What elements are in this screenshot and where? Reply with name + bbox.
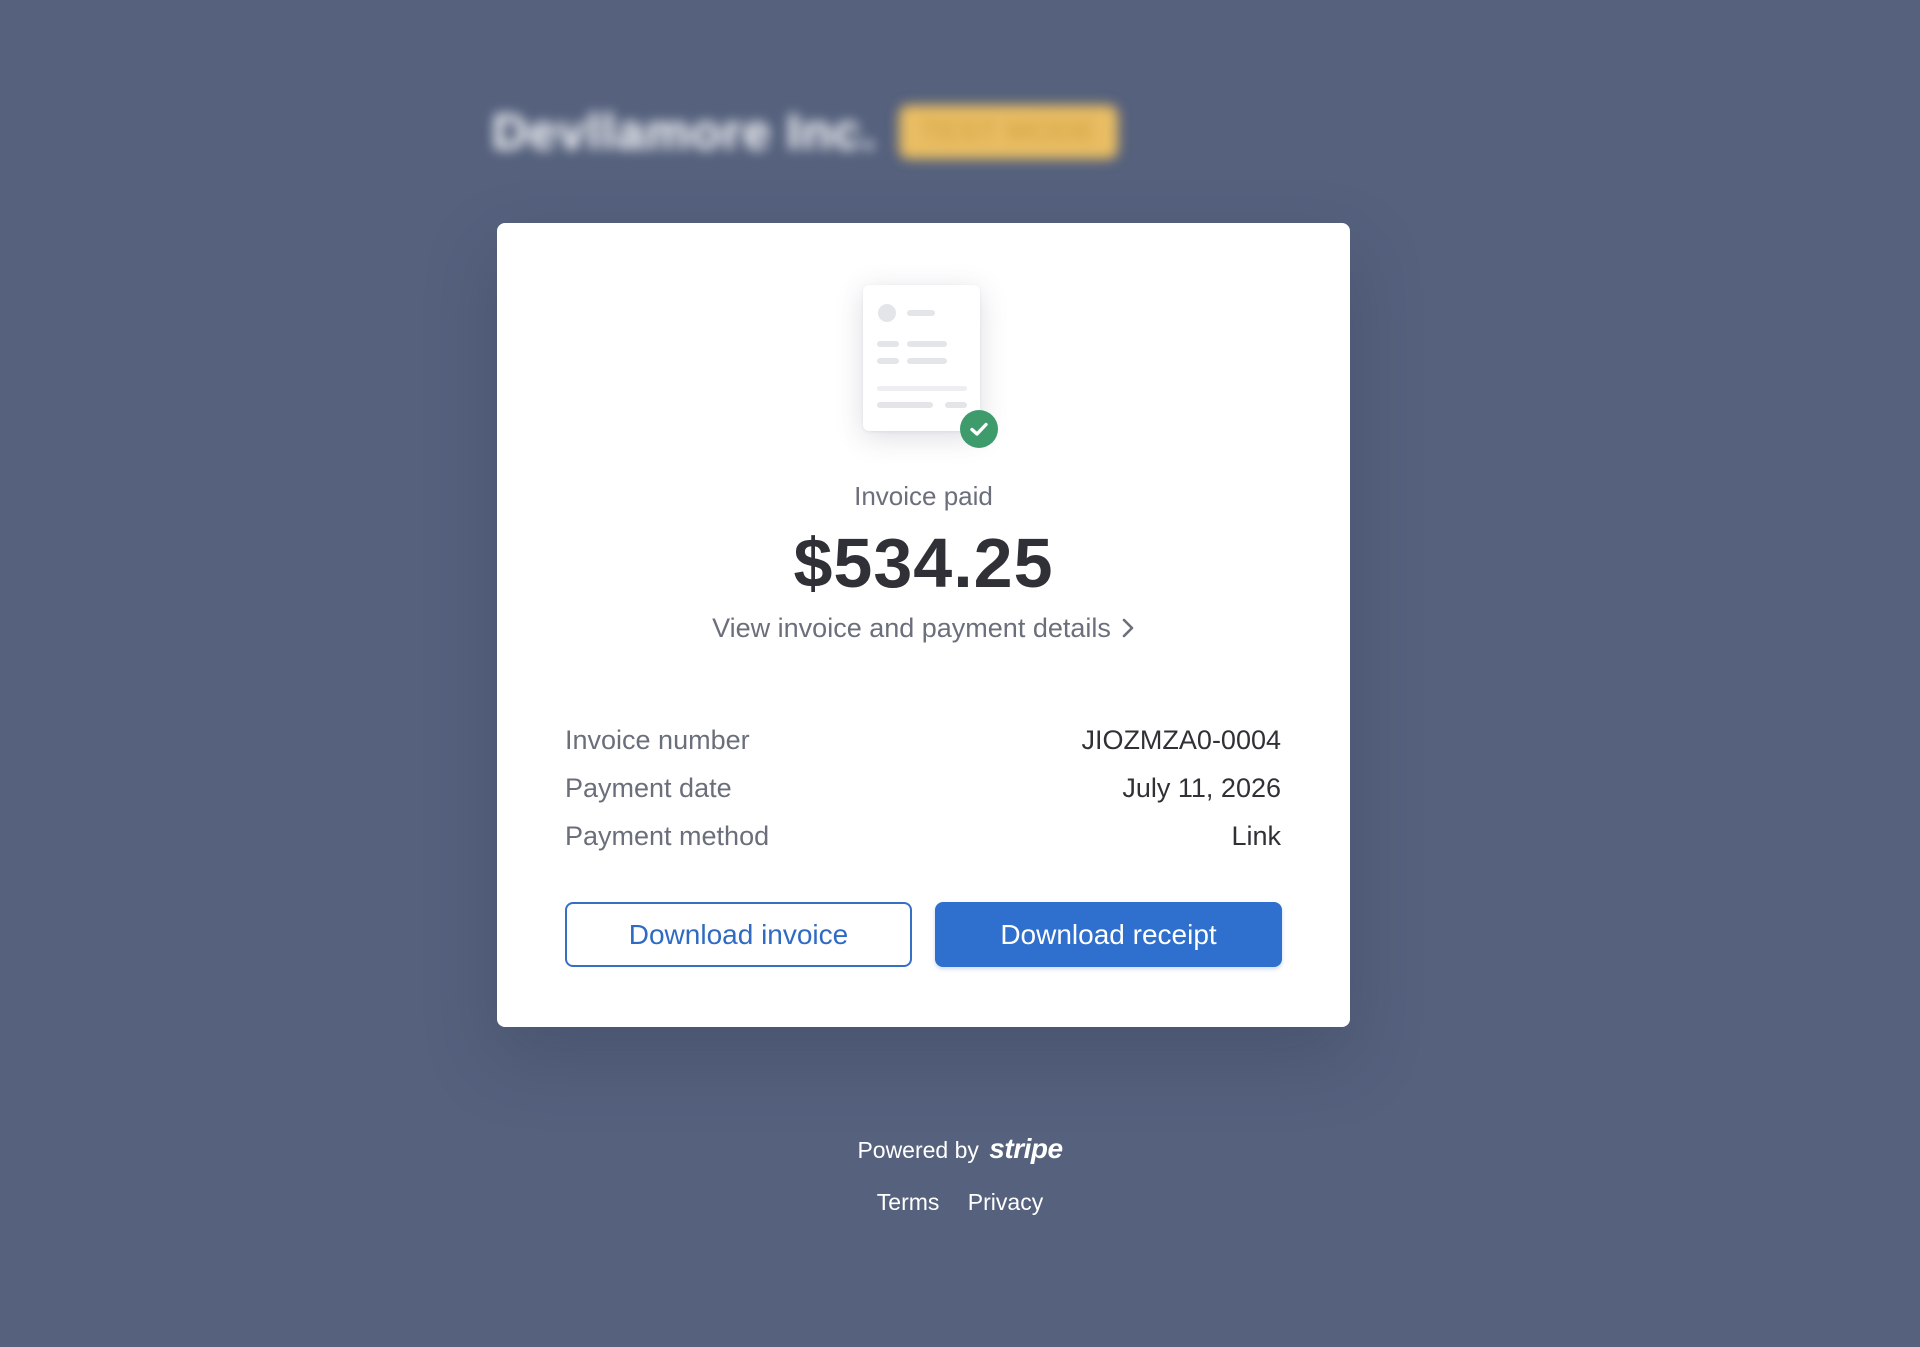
stripe-logo[interactable]: stripe [989,1133,1063,1164]
download-receipt-button[interactable]: Download receipt [935,902,1282,967]
invoice-amount: $534.25 [793,524,1054,602]
view-details-link[interactable]: View invoice and payment details [497,613,1350,646]
check-circle-icon [960,410,998,448]
detail-value: JIOZMZA0-0004 [1081,725,1281,755]
view-details-label: View invoice and payment details [712,613,1111,643]
detail-label: Payment method [565,821,770,851]
detail-row-invoice-number: Invoice number JIOZMZA0-0004 [565,716,1281,764]
detail-row-payment-method: Payment method Link [565,812,1281,860]
invoice-page: Devllamore Inc. TEST MODE Invoice paid $… [0,0,1920,1347]
powered-by-label: Powered by [857,1137,979,1163]
detail-label: Payment date [565,773,732,803]
download-invoice-button[interactable]: Download invoice [565,902,912,967]
chevron-right-icon [1121,615,1135,646]
footer-links: Terms Privacy [0,1189,1920,1216]
document-sheet [863,285,980,431]
invoice-card: Invoice paid $534.25 View invoice and pa… [497,223,1350,1027]
invoice-status-label: Invoice paid [854,481,993,511]
detail-value: Link [1231,821,1281,851]
merchant-name: Devllamore Inc. [492,104,877,160]
powered-by: Powered by stripe [0,1133,1920,1165]
terms-link[interactable]: Terms [877,1189,940,1215]
detail-row-payment-date: Payment date July 11, 2026 [565,764,1281,812]
detail-label: Invoice number [565,725,750,755]
invoice-details-table: Invoice number JIOZMZA0-0004 Payment dat… [565,716,1281,860]
privacy-link[interactable]: Privacy [968,1189,1043,1215]
test-mode-badge: TEST MODE [898,105,1118,159]
invoice-document-icon [863,285,1003,455]
document-lines-icon [877,304,967,408]
merchant-header: Devllamore Inc. TEST MODE [492,100,1118,164]
detail-value: July 11, 2026 [1122,773,1281,803]
